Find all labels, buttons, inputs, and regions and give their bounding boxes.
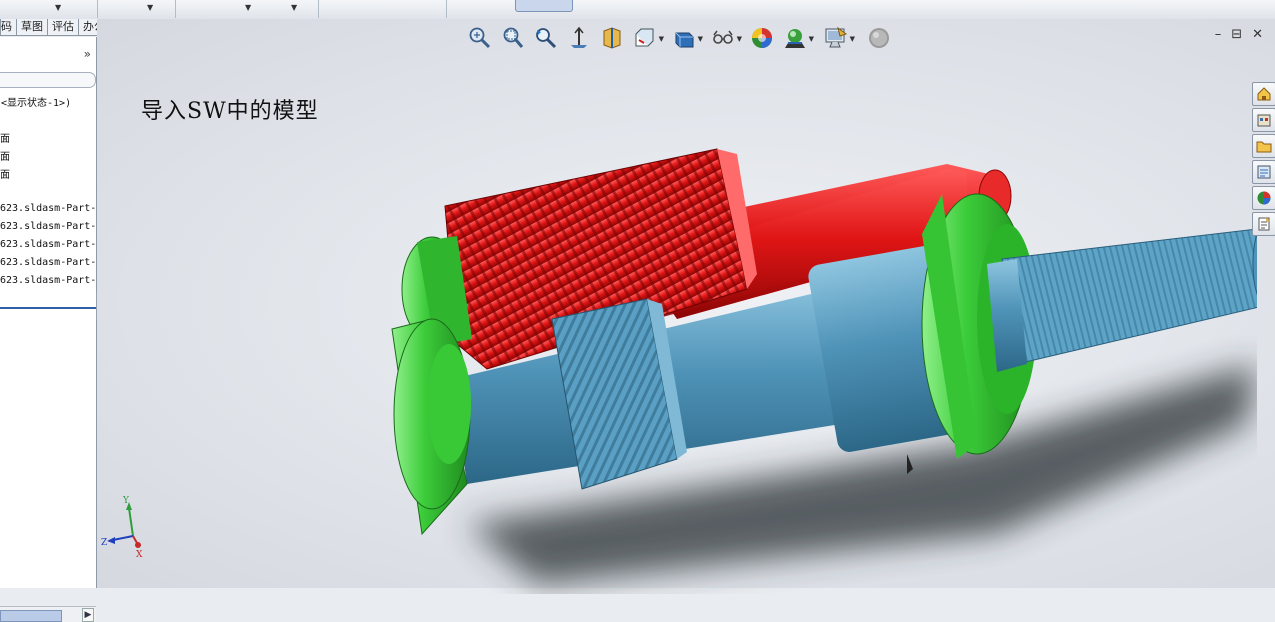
x-axis: [132, 535, 138, 544]
bearing-left-front: [391, 318, 471, 536]
filter-input[interactable]: [0, 72, 96, 88]
top-toolbar: ▼ ▼ ▼ ▼: [0, 0, 1275, 20]
dropdown-arrow-icon[interactable]: ▼: [850, 35, 855, 43]
orientation-triad: Y Z X: [101, 496, 143, 558]
scroll-right-icon[interactable]: ▶: [82, 608, 94, 622]
y-axis: [128, 507, 134, 537]
dropdown-arrow-icon[interactable]: ▼: [659, 35, 664, 43]
tree-item-plane[interactable]: 面: [0, 166, 10, 181]
toolbar-separator: [318, 0, 319, 18]
z-axis-label: Z: [101, 538, 107, 548]
tab-evaluate[interactable]: 评估: [47, 19, 79, 36]
window-controls: – ⊟ ✕: [1215, 27, 1263, 42]
splined-shaft: [1001, 228, 1257, 365]
home-icon[interactable]: [1252, 82, 1275, 106]
file-explorer-icon[interactable]: [1252, 134, 1275, 158]
realview-icon[interactable]: [866, 25, 892, 51]
y-axis-label: Y: [122, 496, 130, 506]
scrollbar-thumb[interactable]: [0, 610, 62, 622]
zoom-to-area-icon[interactable]: [500, 25, 526, 51]
previous-view-icon[interactable]: [533, 25, 559, 51]
dropdown-arrow-icon[interactable]: ▼: [737, 35, 742, 43]
panel-divider[interactable]: [0, 307, 96, 309]
view-orientation-icon[interactable]: [599, 25, 625, 51]
dropdown-arrow-icon[interactable]: ▼: [291, 3, 297, 12]
design-library-icon[interactable]: [1252, 108, 1275, 132]
hide-show-icon[interactable]: ▼: [671, 25, 703, 51]
dropdown-arrow-icon[interactable]: ▼: [698, 35, 703, 43]
dropdown-arrow-icon[interactable]: ▼: [245, 3, 251, 12]
minimize-icon[interactable]: –: [1215, 27, 1222, 42]
close-icon[interactable]: ✕: [1252, 27, 1263, 42]
view-settings-icon[interactable]: ▼: [823, 25, 855, 51]
feature-manager-panel: » <显示状态-1>) 面 面 面 623.sldasm-Part- 623.s…: [0, 37, 97, 622]
tab-sketch[interactable]: 草图: [16, 19, 48, 36]
active-toolbar-button[interactable]: [515, 0, 573, 12]
hide-show-items-icon[interactable]: ▼: [710, 25, 742, 51]
tree-item-display-state[interactable]: <显示状态-1>): [1, 94, 71, 109]
toolbar-separator: [175, 0, 176, 18]
heads-up-toolbar: ▼ ▼ ▼ ▼ ▼: [467, 25, 892, 51]
zoom-to-fit-icon[interactable]: [467, 25, 493, 51]
tab-partial[interactable]: 码: [0, 19, 17, 36]
section-view-icon[interactable]: [566, 25, 592, 51]
appearances-icon[interactable]: [1252, 186, 1275, 210]
tree-item-plane[interactable]: 面: [0, 130, 10, 145]
task-pane-tabs: [1249, 80, 1275, 238]
toolbar-separator: [97, 0, 98, 18]
graphics-viewport[interactable]: ▼ ▼ ▼ ▼ ▼ – ⊟ ✕ 导入SW中的模型 Y Z X: [97, 19, 1275, 588]
display-style-icon[interactable]: ▼: [632, 25, 664, 51]
custom-properties-icon[interactable]: [1252, 212, 1275, 236]
tree-item-plane[interactable]: 面: [0, 148, 10, 163]
tree-item-part[interactable]: 623.sldasm-Part-: [0, 203, 96, 214]
x-axis-label: X: [136, 550, 143, 558]
collapse-icon[interactable]: »: [84, 47, 91, 61]
tree-item-part[interactable]: 623.sldasm-Part-: [0, 257, 96, 268]
dropdown-arrow-icon[interactable]: ▼: [55, 3, 61, 12]
dropdown-arrow-icon[interactable]: ▼: [147, 3, 153, 12]
z-axis: [112, 535, 134, 541]
tree-item-part[interactable]: 623.sldasm-Part-: [0, 239, 96, 250]
restore-icon[interactable]: ⊟: [1231, 27, 1242, 42]
viewport-annotation-title: 导入SW中的模型: [141, 99, 319, 124]
dropdown-arrow-icon[interactable]: ▼: [809, 35, 814, 43]
apply-scene-icon[interactable]: ▼: [782, 25, 814, 51]
toolbar-separator: [446, 0, 447, 18]
tree-item-part[interactable]: 623.sldasm-Part-: [0, 221, 96, 232]
horizontal-scrollbar[interactable]: ▶: [0, 606, 96, 622]
gear-shaft-model[interactable]: [377, 114, 1257, 594]
panel-header: »: [0, 47, 96, 63]
tree-item-part[interactable]: 623.sldasm-Part-: [0, 275, 96, 286]
edit-appearance-icon[interactable]: [749, 25, 775, 51]
view-palette-icon[interactable]: [1252, 160, 1275, 184]
